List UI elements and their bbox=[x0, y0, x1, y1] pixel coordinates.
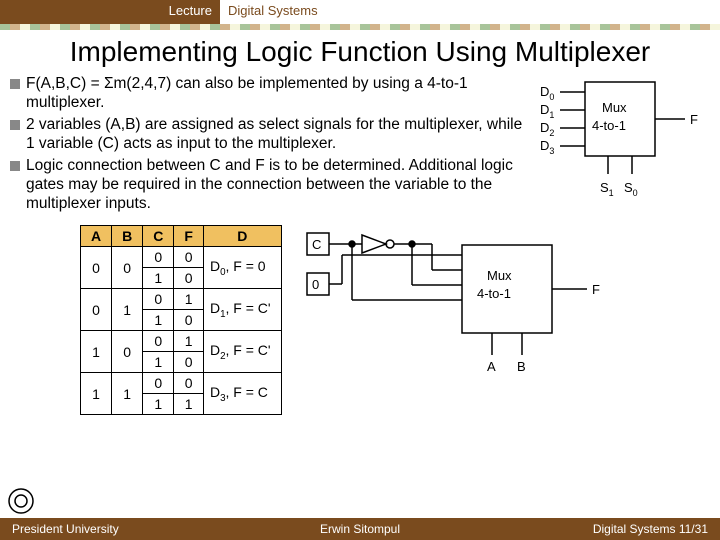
svg-text:F: F bbox=[690, 112, 698, 127]
circuit-diagram: C 0 Mux bbox=[302, 225, 710, 428]
svg-text:S1: S1 bbox=[600, 180, 614, 198]
footer-center: Erwin Sitompul bbox=[200, 522, 520, 536]
top-bar: Lecture Digital Systems bbox=[0, 0, 720, 24]
th-C: C bbox=[143, 226, 174, 247]
footer-left: President University bbox=[0, 522, 200, 536]
svg-text:C: C bbox=[312, 237, 321, 252]
page-title: Implementing Logic Function Using Multip… bbox=[0, 30, 720, 72]
th-A: A bbox=[81, 226, 112, 247]
svg-text:D3: D3 bbox=[540, 138, 554, 156]
th-B: B bbox=[112, 226, 143, 247]
lecture-label: Lecture bbox=[0, 0, 220, 24]
bullet-icon bbox=[10, 161, 20, 171]
topic-label: Digital Systems bbox=[220, 0, 720, 24]
mux-symbol-1: D0 D1 D2 D3 Mux 4-to-1 F S1 S0 bbox=[530, 74, 710, 217]
svg-text:Mux: Mux bbox=[602, 100, 627, 115]
lower-row: A B C F D 0000D0, F = 0 10 0101D1, F = C… bbox=[0, 225, 720, 428]
content-row: F(A,B,C) = Σm(2,4,7) can also be impleme… bbox=[0, 72, 720, 217]
bullet-item: Logic connection between C and F is to b… bbox=[10, 156, 524, 214]
bullet-text: F(A,B,C) = Σm(2,4,7) can also be impleme… bbox=[26, 74, 524, 113]
svg-text:0: 0 bbox=[312, 277, 319, 292]
svg-text:Mux: Mux bbox=[487, 268, 512, 283]
footer-bar: President University Erwin Sitompul Digi… bbox=[0, 518, 720, 540]
svg-text:F: F bbox=[592, 282, 600, 297]
svg-text:S0: S0 bbox=[624, 180, 638, 198]
bullet-text: Logic connection between C and F is to b… bbox=[26, 156, 524, 214]
bullet-list: F(A,B,C) = Σm(2,4,7) can also be impleme… bbox=[10, 74, 524, 217]
bullet-icon bbox=[10, 79, 20, 89]
bullet-icon bbox=[10, 120, 20, 130]
svg-text:4-to-1: 4-to-1 bbox=[477, 286, 511, 301]
svg-text:D2: D2 bbox=[540, 120, 554, 138]
svg-text:D1: D1 bbox=[540, 102, 554, 120]
bullet-text: 2 variables (A,B) are assigned as select… bbox=[26, 115, 524, 154]
th-D: D bbox=[203, 226, 281, 247]
logo-icon bbox=[6, 486, 36, 516]
bullet-item: F(A,B,C) = Σm(2,4,7) can also be impleme… bbox=[10, 74, 524, 113]
svg-text:D0: D0 bbox=[540, 84, 554, 102]
svg-text:4-to-1: 4-to-1 bbox=[592, 118, 626, 133]
svg-text:A: A bbox=[487, 359, 496, 374]
th-F: F bbox=[174, 226, 204, 247]
truth-table: A B C F D 0000D0, F = 0 10 0101D1, F = C… bbox=[80, 225, 282, 428]
svg-text:B: B bbox=[517, 359, 526, 374]
bullet-item: 2 variables (A,B) are assigned as select… bbox=[10, 115, 524, 154]
footer-right: Digital Systems 11/31 bbox=[520, 522, 720, 536]
